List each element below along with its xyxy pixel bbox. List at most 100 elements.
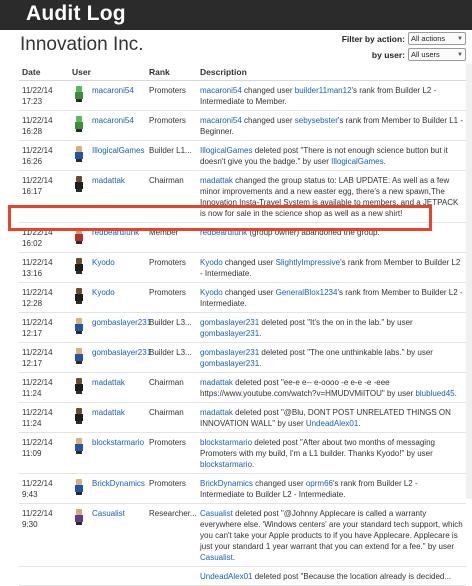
description-user-link[interactable]: UndeadAlex01 — [200, 572, 252, 581]
row-rank: Promoters — [146, 110, 197, 141]
row-rank: Member — [146, 222, 197, 253]
description-user-link[interactable]: gombaslayer231 — [200, 329, 259, 338]
description-text: changed user — [252, 479, 306, 488]
description-user-link[interactable]: madattak — [200, 408, 233, 417]
row-description: BrickDynamics changed user oprm66's rank… — [197, 473, 466, 504]
avatar[interactable] — [72, 228, 86, 244]
audit-table-container: Date User Rank Description 11/22/14 17:2… — [19, 64, 466, 586]
row-user-link[interactable]: madattak — [92, 175, 125, 186]
description-user-link[interactable]: blockstarmario — [200, 438, 252, 447]
row-user-cell: madattak — [69, 372, 146, 403]
row-user-cell: macaroni54 — [69, 80, 146, 111]
column-header-description: Description — [197, 64, 466, 81]
description-user-link[interactable]: blockstarmario — [200, 460, 252, 469]
avatar[interactable] — [72, 176, 86, 192]
row-user-link[interactable]: IllogicalGames — [92, 145, 144, 156]
row-user-link[interactable]: madattak — [92, 407, 125, 418]
row-rank: Promoters — [146, 473, 197, 504]
row-user-link[interactable]: Kyodo — [92, 257, 115, 268]
description-user-link[interactable]: GeneralBlox1234 — [276, 288, 338, 297]
row-user-cell: gombaslayer231 — [69, 312, 151, 343]
avatar[interactable] — [72, 479, 86, 495]
row-user-link[interactable]: macaroni54 — [92, 115, 134, 126]
description-user-link[interactable]: Casualist — [200, 553, 233, 562]
description-user-link[interactable]: IllogicalGames — [200, 146, 252, 155]
avatar[interactable] — [72, 378, 86, 394]
row-rank: Promoters — [146, 252, 197, 283]
table-header-row: Date User Rank Description — [19, 64, 466, 81]
description-user-link[interactable]: gombaslayer231 — [200, 348, 259, 357]
avatar[interactable] — [72, 146, 86, 162]
row-user-cell: Kyodo — [69, 282, 146, 313]
row-user-link[interactable]: gombaslayer231 — [92, 317, 151, 328]
avatar[interactable] — [72, 288, 86, 304]
column-header-user: User — [69, 64, 146, 81]
row-user-cell: IllogicalGames — [69, 140, 146, 171]
row-date: 11/22/14 16:02 — [19, 222, 69, 253]
description-text: . — [383, 157, 386, 166]
description-user-link[interactable]: macaroni54 — [200, 116, 242, 125]
row-description: madattak changed the group status to: LA… — [197, 170, 466, 223]
description-user-link[interactable]: BrickDynamics — [200, 479, 253, 488]
description-user-link[interactable]: IllogicalGames — [331, 157, 383, 166]
avatar[interactable] — [72, 408, 86, 424]
description-user-link[interactable]: madattak — [200, 378, 233, 387]
filter-user-value: All users — [411, 50, 440, 59]
row-user-link[interactable]: Kyodo — [92, 287, 115, 298]
row-user-link[interactable]: madattak — [92, 377, 125, 388]
description-user-link[interactable]: UndeadAlex01 — [306, 419, 358, 428]
row-description: redbeardfunk (group owner) abandoned the… — [197, 222, 466, 253]
page-scrollbar[interactable] — [466, 64, 472, 499]
description-user-link[interactable]: gombaslayer231 — [200, 359, 259, 368]
description-user-link[interactable]: redbeardfunk — [200, 228, 247, 237]
avatar[interactable] — [72, 86, 86, 102]
row-user-link[interactable]: gombaslayer231 — [92, 347, 151, 358]
description-user-link[interactable]: madattak — [200, 176, 233, 185]
description-user-link[interactable]: gombaslayer231 — [200, 318, 259, 327]
table-row: 11/22/14 16:02 redbeardfunk Member redbeard… — [19, 222, 466, 253]
column-header-date: Date — [19, 64, 69, 81]
description-user-link[interactable]: Casualist — [200, 509, 233, 518]
description-user-link[interactable]: builder11man12 — [295, 86, 352, 95]
description-text: deleted post "Because the location alrea… — [252, 572, 452, 581]
description-user-link[interactable]: macaroni54 — [200, 86, 242, 95]
filter-user-select[interactable]: All users ▼ — [408, 48, 466, 61]
table-row: 11/22/14 17:23 macaroni54 Promoters macaron… — [19, 80, 466, 111]
avatar[interactable] — [72, 509, 86, 525]
avatar[interactable] — [72, 116, 86, 132]
table-row: 11/22/14 16:26 IllogicalGames Builder L1..… — [19, 140, 466, 171]
description-user-link[interactable]: Kyodo — [200, 288, 223, 297]
row-user-cell: Kyodo — [69, 252, 146, 283]
avatar[interactable] — [72, 438, 86, 454]
row-date: 11/22/14 11:09 — [19, 432, 69, 474]
avatar[interactable] — [72, 318, 86, 334]
description-text: (group owner) abandoned the group. — [247, 228, 380, 237]
row-user-link[interactable]: macaroni54 — [92, 85, 134, 96]
row-date: 11/22/14 9:43 — [19, 473, 69, 504]
audit-table: Date User Rank Description 11/22/14 17:2… — [19, 64, 466, 586]
page-title: Audit Log — [26, 2, 126, 25]
description-user-link[interactable]: blublued45 — [415, 389, 454, 398]
row-date: 11/22/14 9:30 — [19, 503, 69, 567]
filter-action-value: All actions — [411, 34, 446, 43]
description-user-link[interactable]: SlightlyImpressive — [276, 258, 340, 267]
row-rank: Chairman — [146, 170, 197, 223]
table-row: 11/22/14 9:43 BrickDynamics Promoters Brick… — [19, 473, 466, 504]
description-user-link[interactable]: sebysebster — [295, 116, 338, 125]
row-description: Kyodo changed user SlightlyImpressive's … — [197, 252, 466, 283]
filter-action-select[interactable]: All actions ▼ — [408, 32, 466, 45]
row-user-link[interactable]: blockstarmario — [92, 437, 144, 448]
avatar[interactable] — [72, 348, 86, 364]
row-date: 11/22/14 11:24 — [19, 372, 69, 403]
row-description: macaroni54 changed user sebysebster's ra… — [197, 110, 466, 141]
row-rank: Promoters — [146, 282, 197, 313]
avatar[interactable] — [72, 258, 86, 274]
description-text: changed user — [222, 288, 276, 297]
row-user-link[interactable]: BrickDynamics — [92, 478, 145, 489]
row-user-link[interactable]: Casualist — [92, 508, 125, 519]
row-user-cell: redbeardfunk — [69, 222, 146, 253]
row-user-link[interactable]: redbeardfunk — [92, 227, 139, 238]
row-rank: Chairman — [146, 372, 197, 403]
description-user-link[interactable]: Kyodo — [200, 258, 223, 267]
description-user-link[interactable]: oprm66 — [306, 479, 333, 488]
